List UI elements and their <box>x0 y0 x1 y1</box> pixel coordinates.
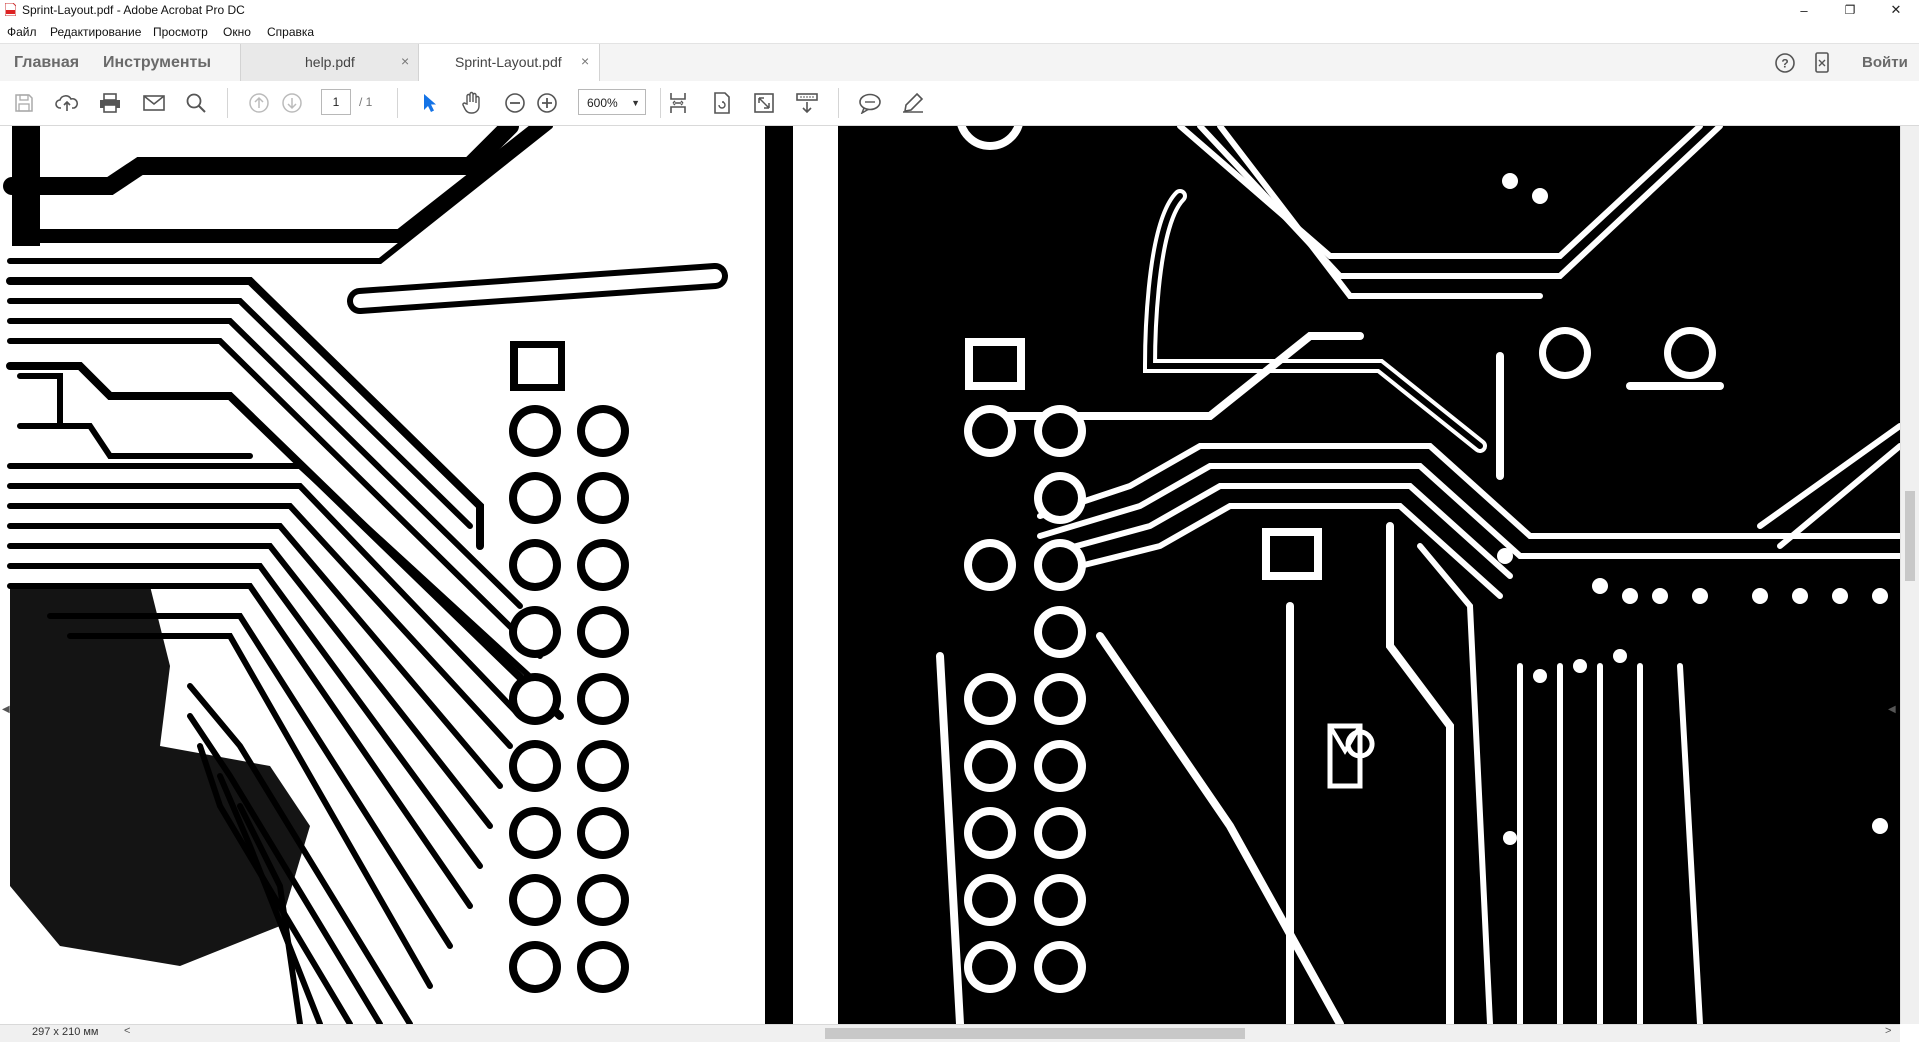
print-button[interactable] <box>97 90 123 116</box>
page-size-label: 297 x 210 мм <box>32 1026 99 1038</box>
upload-button[interactable] <box>54 90 80 116</box>
comment-icon <box>859 93 881 114</box>
rotate-icon <box>714 92 730 114</box>
tab-home[interactable]: Главная <box>14 54 79 72</box>
upload-icon <box>55 95 78 111</box>
tab-tools[interactable]: Инструменты <box>103 54 211 72</box>
save-button[interactable] <box>11 90 37 116</box>
prev-page-icon <box>249 93 269 113</box>
search-button[interactable] <box>183 90 209 116</box>
toolbar-separator <box>227 88 228 118</box>
status-bar: 297 x 210 мм < > <box>0 1024 1900 1042</box>
scroll-left-icon[interactable]: < <box>124 1025 130 1037</box>
zoom-select[interactable]: 600% ▼ <box>578 89 646 115</box>
search-icon <box>186 93 206 113</box>
menu-window[interactable]: Окно <box>223 25 251 39</box>
fullscreen-icon <box>754 93 774 113</box>
mail-icon <box>143 95 165 111</box>
next-page-icon <box>282 93 302 113</box>
window-title: Sprint-Layout.pdf - Adobe Acrobat Pro DC <box>22 3 245 17</box>
menu-bar: Файл Редактирование Просмотр Окно Справк… <box>0 20 1919 42</box>
pen-icon <box>903 92 924 113</box>
horizontal-scroll-thumb[interactable] <box>825 1028 1245 1039</box>
menu-file[interactable]: Файл <box>7 25 37 39</box>
toolbar: 1 / 1 600% ▼ <box>0 81 1919 126</box>
scroll-mode-icon <box>796 93 818 114</box>
zoom-out-icon <box>505 93 525 113</box>
svg-text:?: ? <box>1781 57 1788 71</box>
toolbar-separator <box>397 88 398 118</box>
close-tab-icon[interactable]: × <box>401 53 409 69</box>
mobile-link-button[interactable] <box>1809 44 1835 81</box>
tab-bar: Главная Инструменты help.pdf × Sprint-La… <box>0 43 1919 82</box>
help-button[interactable]: ? <box>1772 44 1798 81</box>
select-tool-button[interactable] <box>416 90 442 116</box>
page-total: / 1 <box>359 95 373 109</box>
zoom-value: 600% <box>587 96 618 110</box>
doc-tab-help[interactable]: help.pdf × <box>240 44 419 81</box>
email-button[interactable] <box>141 90 167 116</box>
menu-edit[interactable]: Редактирование <box>50 25 141 39</box>
title-bar: Sprint-Layout.pdf - Adobe Acrobat Pro DC… <box>0 0 1919 20</box>
minimize-button[interactable]: – <box>1781 0 1827 20</box>
doc-tab-label: Sprint-Layout.pdf <box>455 54 562 70</box>
chevron-down-icon: ▼ <box>631 98 640 108</box>
menu-view[interactable]: Просмотр <box>153 25 208 39</box>
zoom-in-button[interactable] <box>534 90 560 116</box>
doc-tab-label: help.pdf <box>305 54 355 70</box>
zoom-out-button[interactable] <box>502 90 528 116</box>
page-number-input[interactable]: 1 <box>321 89 351 115</box>
hand-icon <box>462 91 480 114</box>
left-panel-toggle-icon[interactable]: ◀ <box>2 704 10 715</box>
menu-help[interactable]: Справка <box>267 25 314 39</box>
zoom-in-icon <box>537 93 557 113</box>
toolbar-separator <box>838 88 839 118</box>
restore-button[interactable]: ❐ <box>1827 0 1873 20</box>
fit-width-icon <box>670 93 686 113</box>
print-icon <box>100 93 120 113</box>
close-tab-icon[interactable]: × <box>581 53 589 69</box>
help-icon: ? <box>1775 53 1795 73</box>
right-panel-toggle-icon[interactable]: ◀ <box>1888 704 1896 715</box>
document-viewport[interactable]: ◀ ◀ <box>0 126 1900 1024</box>
close-window-button[interactable]: ✕ <box>1873 0 1919 20</box>
scroll-right-icon[interactable]: > <box>1885 1025 1891 1037</box>
fit-width-button[interactable] <box>665 90 691 116</box>
vertical-scroll-thumb[interactable] <box>1905 491 1915 581</box>
comment-button[interactable] <box>857 90 883 116</box>
vertical-scrollbar[interactable] <box>1900 126 1919 1024</box>
draw-button[interactable] <box>900 90 926 116</box>
prev-page-button[interactable] <box>246 90 272 116</box>
fullscreen-button[interactable] <box>751 90 777 116</box>
pcb-layout-image <box>0 126 1900 1024</box>
toolbar-separator <box>660 88 661 118</box>
save-icon <box>15 94 33 112</box>
select-arrow-icon <box>424 94 436 112</box>
scroll-mode-button[interactable] <box>794 90 820 116</box>
hand-tool-button[interactable] <box>459 90 485 116</box>
signin-link[interactable]: Войти <box>1862 54 1908 71</box>
next-page-button[interactable] <box>279 90 305 116</box>
mobile-icon <box>1815 52 1829 73</box>
doc-tab-sprint-layout[interactable]: Sprint-Layout.pdf × <box>418 44 600 82</box>
pdf-app-icon <box>5 3 16 16</box>
rotate-button[interactable] <box>709 90 735 116</box>
